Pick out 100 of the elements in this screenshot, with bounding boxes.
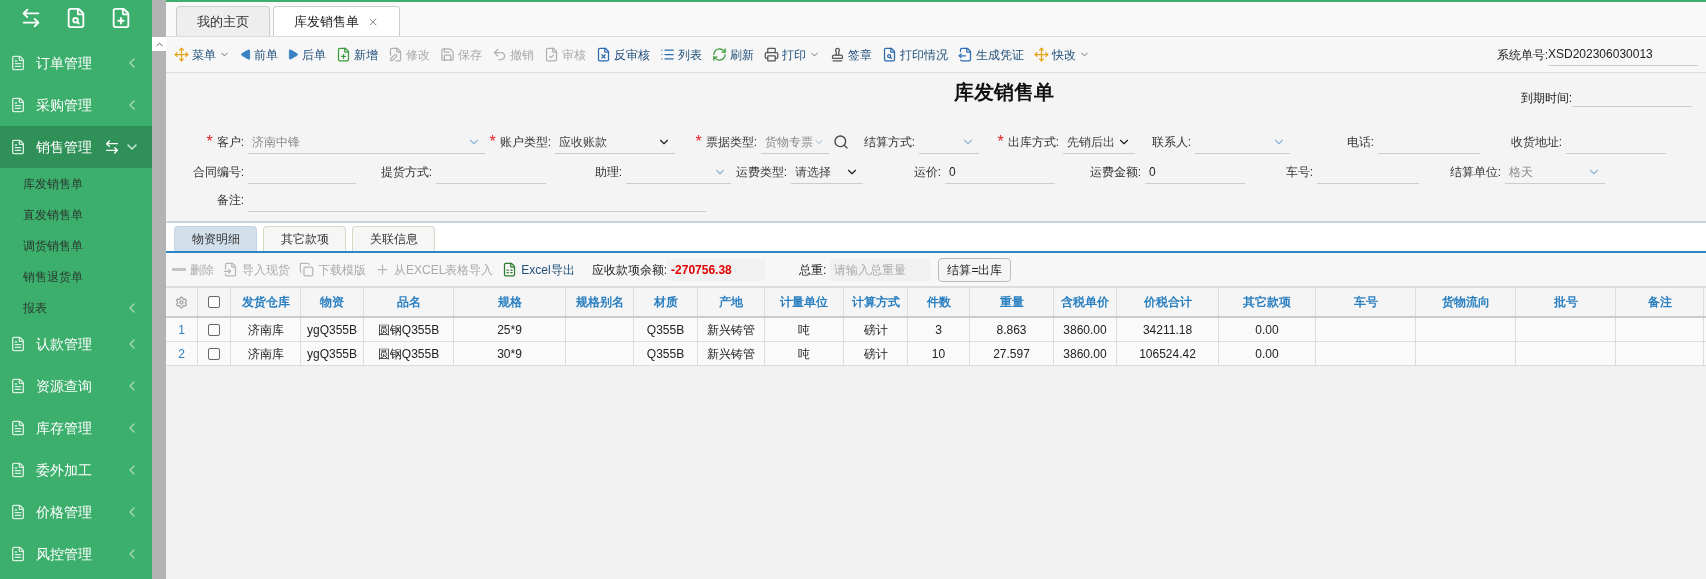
field-label: 电话:: [1346, 134, 1374, 151]
toolbar-button[interactable]: 刷新: [712, 45, 754, 64]
balance-field: -270756.38: [667, 258, 766, 281]
left-arrow-icon: [240, 49, 251, 60]
field-label: 合同编号:: [192, 164, 244, 181]
column-header: 材质: [634, 288, 698, 316]
select-field[interactable]: 请选择: [791, 160, 863, 184]
column-header: 件数: [908, 288, 970, 316]
field-label: 运费金额:: [1089, 164, 1141, 181]
document-icon: [10, 504, 26, 520]
toolbar-button[interactable]: 打印: [764, 45, 820, 64]
detail-tab[interactable]: 其它款项: [263, 226, 346, 251]
toolbar-button[interactable]: 新增: [336, 45, 378, 64]
column-header: 车号: [1316, 288, 1416, 316]
field-label: 结算单位:: [1449, 164, 1501, 181]
row-checkbox[interactable]: [208, 347, 220, 360]
table-cell: 磅计: [844, 318, 908, 341]
input-field[interactable]: 0: [1145, 160, 1245, 184]
toolbar-button[interactable]: 签章: [830, 45, 872, 64]
sidebar-subitem[interactable]: 销售退货单: [0, 261, 152, 292]
sidebar-item[interactable]: 销售管理: [0, 126, 152, 168]
field-label: 收货地址:: [1510, 134, 1562, 151]
field-label: 运费类型:: [735, 164, 787, 181]
document-icon: [10, 55, 26, 71]
column-header: 计算方式: [844, 288, 908, 316]
table-cell: ygQ355B: [301, 342, 364, 365]
column-header: 规格: [454, 288, 566, 316]
toolbar-button[interactable]: 反审核: [596, 45, 650, 64]
list-icon: [660, 47, 675, 62]
toolbar-button[interactable]: 菜单: [174, 45, 230, 64]
field-label: 账户类型:: [499, 134, 551, 151]
select-all-checkbox[interactable]: [208, 296, 220, 308]
column-header: 规格别名: [566, 288, 634, 316]
required-mark: *: [695, 134, 702, 150]
stamp-icon: [830, 47, 845, 62]
column-header: 批号: [1516, 288, 1616, 316]
field-label: 备注:: [216, 192, 244, 209]
field-label: 出库方式:: [1007, 134, 1059, 151]
weight-field[interactable]: 请输入总重量: [830, 258, 931, 281]
import-icon: [223, 262, 238, 277]
table-cell: 3860.00: [1054, 318, 1117, 341]
system-number-field[interactable]: XSD202306030013: [1548, 43, 1698, 66]
move-icon: [1034, 47, 1049, 62]
row-checkbox[interactable]: [208, 323, 220, 336]
field-label: 结算方式:: [863, 134, 915, 151]
move-icon: [174, 47, 189, 62]
edit-document-icon: [388, 47, 403, 62]
form-title: 库发销售单: [954, 80, 1054, 105]
detail-tab[interactable]: 物资明细: [174, 226, 257, 251]
settle-button[interactable]: 结算=出库: [938, 257, 1012, 282]
select-field[interactable]: 先销后出: [1063, 130, 1135, 154]
weight-label: 总重:: [799, 261, 827, 279]
sidebar-subitem[interactable]: 调货销售单: [0, 230, 152, 261]
document-search-icon: [882, 47, 897, 62]
sidebar-subitem[interactable]: 直发销售单: [0, 199, 152, 230]
toolbar-button[interactable]: 列表: [660, 45, 702, 64]
toolbar-button[interactable]: 生成凭证: [958, 45, 1024, 64]
detail-toolbar-button[interactable]: Excel导出: [502, 260, 575, 279]
toolbar-button[interactable]: 后单: [288, 45, 326, 64]
toolbar-button[interactable]: 快改: [1034, 45, 1090, 64]
scroll-up-button[interactable]: [152, 37, 166, 51]
printer-icon: [764, 47, 779, 62]
settings-icon[interactable]: [175, 295, 188, 309]
column-header: 货物流向: [1416, 288, 1516, 316]
sidebar-subitem[interactable]: 库发销售单: [0, 168, 152, 199]
table-cell: 0.00: [1219, 318, 1316, 341]
column-header: 重量: [970, 288, 1054, 316]
column-header: 价税合计: [1117, 288, 1219, 316]
check-document-icon: [544, 47, 559, 62]
table-cell: 济南库: [231, 342, 301, 365]
document-search-icon[interactable]: [65, 7, 87, 29]
table-cell: 新兴铸管: [698, 342, 765, 365]
toolbar-button[interactable]: 打印情况: [882, 45, 948, 64]
table-cell: 0.00: [1219, 342, 1316, 365]
required-mark: *: [206, 134, 213, 150]
table-cell: 磅计: [844, 342, 908, 365]
plus-icon: [375, 262, 390, 277]
field-label: 到期时间:: [1520, 90, 1572, 107]
sidebar-subitem[interactable]: 报表: [0, 292, 152, 323]
copy-icon: [299, 262, 314, 277]
field-label: 票据类型:: [705, 134, 757, 151]
document-icon: [10, 462, 26, 478]
page-tab[interactable]: 库发销售单: [273, 6, 400, 36]
table-cell: 3860.00: [1054, 342, 1117, 365]
column-header: 物资: [301, 288, 364, 316]
required-mark: *: [489, 134, 496, 150]
save-icon: [440, 47, 455, 62]
table-cell: 吨: [765, 318, 844, 341]
document-export-icon: [958, 47, 973, 62]
column-header: 发货仓库: [231, 288, 301, 316]
column-header: 计量单位: [765, 288, 844, 316]
table-cell: 30*9: [454, 342, 566, 365]
balance-label: 应收款项余额:: [591, 261, 668, 279]
select-field[interactable]: 应收账款: [555, 130, 675, 154]
table-cell: 25*9: [454, 318, 566, 341]
table-cell: 27.597: [970, 342, 1054, 365]
toolbar-button[interactable]: 前单: [240, 45, 278, 64]
page-tab[interactable]: 我的主页: [176, 6, 270, 36]
detail-tab[interactable]: 关联信息: [352, 226, 435, 251]
input-field[interactable]: 0: [945, 160, 1055, 184]
